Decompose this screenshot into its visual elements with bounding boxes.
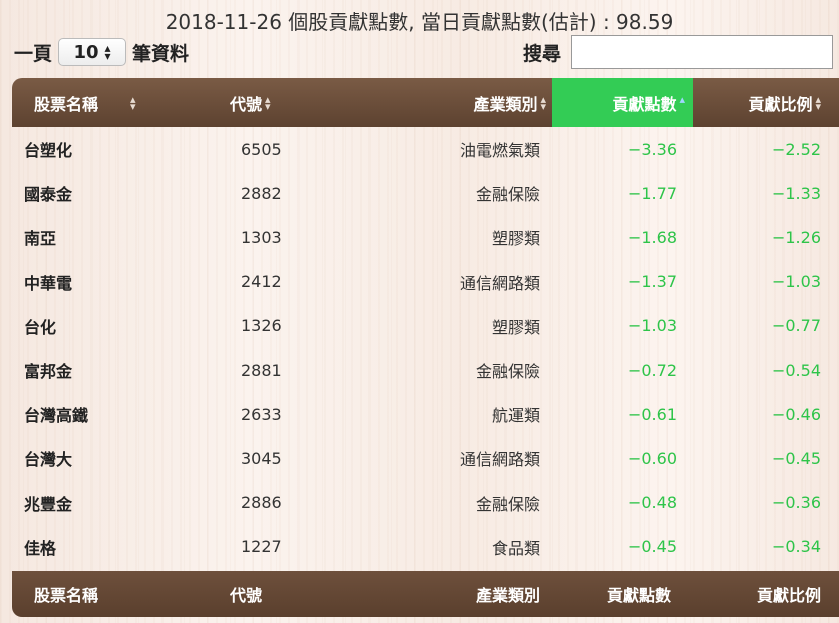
select-updown-icon: ▴ ▾ [104, 41, 111, 63]
cell-stock-code: 2881 [241, 360, 282, 380]
cell-stock-name: 兆豐金 [24, 494, 73, 514]
cell-stock-name: 台化 [24, 317, 57, 337]
search-input[interactable] [571, 35, 833, 69]
footer-ratio: 貢獻比例 [756, 585, 821, 605]
cell-industry: 通信網路類 [459, 273, 540, 293]
header-points-label: 貢獻點數 [612, 94, 677, 114]
page-length-select[interactable]: 10 ▴ ▾ [58, 38, 127, 66]
header-name-label: 股票名稱 [34, 94, 99, 114]
header-code[interactable]: 代號 ▴ ▾ [220, 78, 384, 127]
cell-stock-name: 中華電 [24, 273, 73, 293]
cell-contribution-ratio: −0.77 [771, 316, 821, 336]
cell-industry: 塑膠類 [491, 229, 540, 249]
table-row: 富邦金 2881 金融保險 −0.72 −0.54 [12, 348, 839, 392]
cell-industry: 塑膠類 [491, 317, 540, 337]
contribution-table: 股票名稱 ▴▾ 代號 ▴▾ 產業類別 ▴▾ 貢獻點數 ▴▾ 貢獻比例 ▴▾ 台塑… [12, 78, 839, 617]
table-row: 兆豐金 2886 金融保險 −0.48 −0.36 [12, 481, 839, 525]
cell-industry: 金融保險 [475, 185, 540, 205]
search-label: 搜尋 [522, 42, 561, 65]
sort-ascending-icon: ▴▾ [679, 92, 685, 106]
cell-stock-code: 2882 [241, 183, 282, 203]
cell-contribution-points: −0.45 [627, 537, 677, 557]
cell-contribution-ratio: −0.36 [771, 493, 821, 513]
table-row: 南亞 1303 塑膠類 −1.68 −1.26 [12, 215, 839, 259]
header-points[interactable]: 貢獻點數 ▴▾ [552, 78, 693, 127]
cell-industry: 油電燃氣類 [459, 141, 540, 161]
table-header: 股票名稱 ▴▾ 代號 ▴▾ 產業類別 ▴▾ 貢獻點數 ▴▾ 貢獻比例 ▴▾ [12, 78, 839, 127]
cell-stock-name: 佳格 [24, 538, 57, 558]
cell-industry: 通信網路類 [459, 450, 540, 470]
header-ratio[interactable]: 貢獻比例 ▴ ▾ [693, 78, 839, 127]
cell-contribution-points: −0.61 [627, 404, 677, 424]
sort-both-icon: ▴ ▾ [265, 92, 271, 113]
cell-contribution-points: −0.60 [627, 448, 677, 468]
cell-stock-name: 國泰金 [24, 185, 73, 205]
sort-both-icon: ▴ ▾ [815, 92, 821, 113]
cell-contribution-ratio: −0.54 [771, 360, 821, 380]
table-row: 台灣大 3045 通信網路類 −0.60 −0.45 [12, 436, 839, 480]
table-row: 台化 1326 塑膠類 −1.03 −0.77 [12, 304, 839, 348]
cell-contribution-ratio: −0.34 [771, 537, 821, 557]
cell-stock-code: 1227 [241, 537, 282, 557]
cell-stock-code: 1303 [241, 227, 282, 247]
table-row: 中華電 2412 通信網路類 −1.37 −1.03 [12, 260, 839, 304]
table-body: 台塑化 6505 油電燃氣類 −3.36 −2.52 國泰金 2882 金融保險 −1.77 −1… [12, 127, 839, 569]
cell-stock-code: 6505 [241, 139, 282, 159]
header-code-label: 代號 [230, 94, 263, 114]
cell-contribution-points: −3.36 [627, 139, 677, 159]
cell-contribution-ratio: −2.52 [771, 139, 821, 159]
cell-stock-name: 富邦金 [24, 362, 73, 382]
cell-stock-name: 台塑化 [24, 141, 73, 161]
cell-industry: 金融保險 [475, 494, 540, 514]
cell-stock-name: 台灣高鐵 [24, 406, 89, 426]
cell-stock-code: 3045 [241, 448, 282, 468]
cell-contribution-points: −1.68 [627, 227, 677, 247]
table-row: 台灣高鐵 2633 航運類 −0.61 −0.46 [12, 392, 839, 436]
page-length-control: 一頁 10 ▴ ▾ 筆資料 [14, 36, 189, 68]
cell-contribution-points: −1.03 [627, 316, 677, 336]
cell-stock-name: 台灣大 [24, 450, 73, 470]
cell-contribution-points: −1.77 [627, 183, 677, 203]
cell-contribution-points: −1.37 [627, 272, 677, 292]
cell-contribution-ratio: −1.26 [771, 227, 821, 247]
footer-name: 股票名稱 [34, 585, 99, 605]
cell-stock-code: 2633 [241, 404, 282, 424]
footer-code: 代號 [230, 585, 263, 605]
footer-industry: 產業類別 [475, 585, 540, 605]
cell-stock-code: 2886 [241, 493, 282, 513]
header-name[interactable]: 股票名稱 ▴ ▾ [12, 78, 220, 127]
table-row: 國泰金 2882 金融保險 −1.77 −1.33 [12, 171, 839, 215]
sort-both-icon: ▴ ▾ [540, 92, 546, 113]
page-length-value: 10 [73, 41, 99, 63]
header-industry-label: 產業類別 [473, 94, 538, 114]
cell-industry: 食品類 [491, 538, 540, 558]
cell-contribution-points: −0.48 [627, 493, 677, 513]
table-row: 台塑化 6505 油電燃氣類 −3.36 −2.52 [12, 127, 839, 171]
page-length-suffix: 筆資料 [132, 42, 190, 65]
header-industry[interactable]: 產業類別 ▴ ▾ [384, 78, 552, 127]
cell-contribution-ratio: −0.46 [771, 404, 821, 424]
cell-stock-code: 2412 [241, 272, 282, 292]
page-title: 2018-11-26 個股貢獻點數, 當日貢獻點數(估計) : 98.59 [165, 10, 674, 34]
cell-stock-code: 1326 [241, 316, 282, 336]
footer-points: 貢獻點數 [606, 585, 671, 605]
cell-contribution-ratio: −0.45 [771, 448, 821, 468]
cell-contribution-ratio: −1.33 [771, 183, 821, 203]
table-row: 佳格 1227 食品類 −0.45 −0.34 [12, 525, 839, 569]
sort-both-icon: ▴ ▾ [130, 92, 136, 113]
search-control: 搜尋 [523, 35, 833, 69]
cell-stock-name: 南亞 [24, 229, 57, 249]
cell-industry: 金融保險 [475, 362, 540, 382]
cell-industry: 航運類 [491, 406, 540, 426]
cell-contribution-ratio: −1.03 [771, 272, 821, 292]
table-footer: 股票名稱 代號 產業類別 貢獻點數 貢獻比例 [12, 570, 839, 617]
page-length-prefix: 一頁 [14, 42, 53, 65]
header-ratio-label: 貢獻比例 [748, 94, 813, 114]
cell-contribution-points: −0.72 [627, 360, 677, 380]
